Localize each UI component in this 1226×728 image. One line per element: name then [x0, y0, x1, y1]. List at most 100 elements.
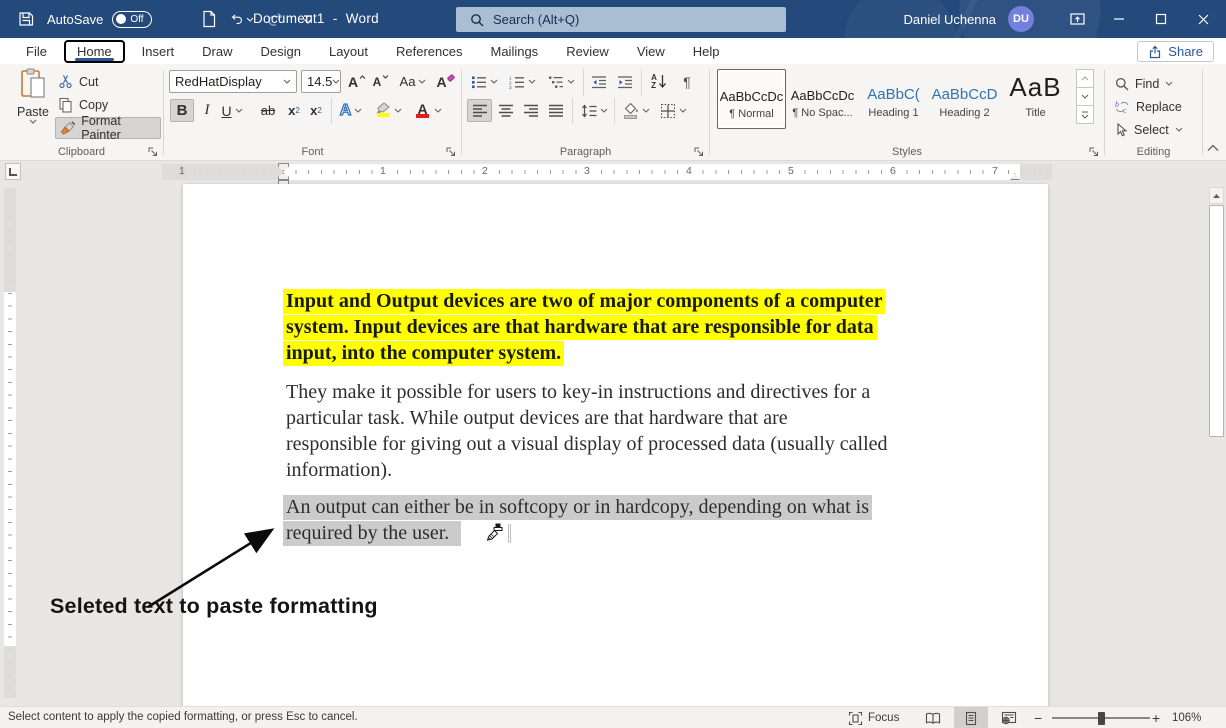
- zoom-in-button[interactable]: +: [1152, 707, 1160, 728]
- superscript-button[interactable]: x2: [306, 99, 326, 122]
- tab-review[interactable]: Review: [552, 40, 623, 63]
- tab-view[interactable]: View: [623, 40, 679, 63]
- zoom-slider-thumb[interactable]: [1098, 712, 1105, 725]
- vertical-ruler[interactable]: [4, 188, 16, 698]
- underline-button[interactable]: U: [218, 99, 246, 122]
- tab-mailings[interactable]: Mailings: [477, 40, 553, 63]
- paste-button[interactable]: Paste: [10, 68, 56, 154]
- bold-button[interactable]: B: [170, 99, 194, 122]
- paragraph-dialog-launcher-icon[interactable]: [693, 146, 704, 157]
- find-icon: [1115, 77, 1129, 91]
- strikethrough-button[interactable]: ab: [256, 99, 280, 122]
- collapse-ribbon-button[interactable]: [1207, 141, 1219, 155]
- vertical-scrollbar-thumb[interactable]: [1209, 205, 1224, 437]
- styles-dialog-launcher-icon[interactable]: [1088, 146, 1099, 157]
- justify-button[interactable]: [545, 99, 567, 122]
- tab-file[interactable]: File: [12, 40, 61, 63]
- zoom-out-button[interactable]: −: [1034, 707, 1042, 728]
- shading-button[interactable]: [620, 99, 652, 122]
- borders-button[interactable]: [656, 99, 690, 122]
- undo-button[interactable]: [230, 6, 254, 32]
- find-button[interactable]: Find: [1115, 73, 1173, 94]
- document-page[interactable]: Input and Output devices are two of majo…: [183, 184, 1048, 706]
- font-size-combo[interactable]: 14.5: [301, 70, 341, 93]
- read-mode-button[interactable]: [916, 707, 950, 728]
- multilevel-list-button[interactable]: [544, 70, 578, 93]
- user-name[interactable]: Daniel Uchenna: [903, 12, 996, 27]
- focus-mode-button[interactable]: Focus: [848, 707, 899, 728]
- sort-button[interactable]: AZ: [646, 70, 672, 93]
- font-dialog-launcher-icon[interactable]: [445, 146, 456, 157]
- style-heading-1[interactable]: AaBbC( Heading 1: [859, 69, 928, 129]
- numbering-button[interactable]: 1 2 3: [505, 70, 539, 93]
- grow-font-button[interactable]: A: [346, 70, 368, 93]
- search-input[interactable]: Search (Alt+Q): [456, 7, 786, 32]
- tab-references[interactable]: References: [382, 40, 476, 63]
- style-normal[interactable]: AaBbCcDc ¶ Normal: [717, 69, 786, 129]
- zoom-level[interactable]: 106%: [1172, 707, 1201, 728]
- clear-formatting-button[interactable]: A: [434, 70, 458, 93]
- save-icon[interactable]: [14, 6, 38, 32]
- web-layout-button[interactable]: [992, 707, 1026, 728]
- ribbon-display-options-button[interactable]: [1056, 0, 1098, 38]
- share-button[interactable]: Share: [1137, 41, 1214, 62]
- increase-indent-button[interactable]: [614, 70, 636, 93]
- style-title[interactable]: AaB Title: [1001, 69, 1070, 129]
- right-indent-marker[interactable]: [1010, 173, 1020, 180]
- copy-button[interactable]: Copy: [58, 94, 108, 115]
- highlight-color-button[interactable]: [372, 99, 404, 122]
- styles-scroll-up-button[interactable]: [1076, 69, 1094, 88]
- tab-help[interactable]: Help: [679, 40, 734, 63]
- paragraph-selected[interactable]: An output can either be in softcopy or i…: [283, 494, 872, 546]
- line-spacing-button[interactable]: [578, 99, 610, 122]
- styles-gallery-more-button[interactable]: [1076, 105, 1094, 124]
- format-painter-button[interactable]: Format Painter: [55, 117, 161, 139]
- align-left-button[interactable]: [467, 99, 492, 122]
- style-no-spacing[interactable]: AaBbCcDc ¶ No Spac...: [788, 69, 857, 129]
- font-color-button[interactable]: A: [412, 99, 444, 122]
- new-document-icon[interactable]: [197, 6, 221, 32]
- avatar[interactable]: DU: [1008, 6, 1034, 32]
- italic-button[interactable]: I: [198, 99, 216, 122]
- tab-insert[interactable]: Insert: [128, 40, 189, 63]
- paragraph-body[interactable]: They make it possible for users to key-i…: [283, 379, 891, 483]
- replace-label: Replace: [1136, 100, 1182, 114]
- numbered-list-icon: 1 2 3: [509, 75, 525, 89]
- align-center-button[interactable]: [495, 99, 517, 122]
- style-heading-2[interactable]: AaBbCcD Heading 2: [930, 69, 999, 129]
- styles-scroll-down-button[interactable]: [1076, 87, 1094, 106]
- align-right-button[interactable]: [520, 99, 542, 122]
- paragraph-highlighted[interactable]: Input and Output devices are two of majo…: [283, 288, 885, 366]
- text-effects-button[interactable]: A: [336, 99, 366, 122]
- editing-group-label: Editing: [1105, 146, 1202, 158]
- maximize-button[interactable]: [1140, 0, 1182, 38]
- tab-layout[interactable]: Layout: [315, 40, 382, 63]
- autosave-toggle[interactable]: Off: [112, 11, 152, 28]
- print-layout-button[interactable]: [954, 707, 988, 728]
- select-cursor-icon: [1115, 123, 1128, 137]
- tab-design[interactable]: Design: [247, 40, 315, 63]
- cut-button[interactable]: Cut: [58, 71, 98, 92]
- scroll-up-button[interactable]: [1209, 187, 1224, 204]
- shrink-font-button[interactable]: A: [370, 70, 392, 93]
- toggle-knob: [116, 14, 126, 24]
- select-button[interactable]: Select: [1115, 119, 1183, 140]
- ruler-number: 1: [179, 165, 185, 177]
- font-color-swatch: [416, 114, 429, 118]
- focus-icon: [848, 711, 863, 726]
- justify-icon: [548, 104, 564, 117]
- replace-button[interactable]: b c Replace: [1115, 96, 1182, 117]
- font-name-combo[interactable]: RedHatDisplay: [169, 70, 297, 93]
- clipboard-dialog-launcher-icon[interactable]: [147, 146, 158, 157]
- tab-home[interactable]: Home: [64, 40, 125, 63]
- minimize-button[interactable]: [1098, 0, 1140, 38]
- subscript-button[interactable]: x2: [284, 99, 304, 122]
- close-button[interactable]: [1182, 0, 1224, 38]
- horizontal-ruler[interactable]: 1 1 2 3 4 5 6 7: [162, 164, 1052, 180]
- tab-stop-selector[interactable]: [5, 163, 21, 180]
- show-paragraph-marks-button[interactable]: ¶: [676, 70, 698, 93]
- bullets-button[interactable]: [468, 70, 500, 93]
- decrease-indent-button[interactable]: [588, 70, 610, 93]
- change-case-button[interactable]: Aa: [397, 70, 429, 93]
- tab-draw[interactable]: Draw: [188, 40, 246, 63]
